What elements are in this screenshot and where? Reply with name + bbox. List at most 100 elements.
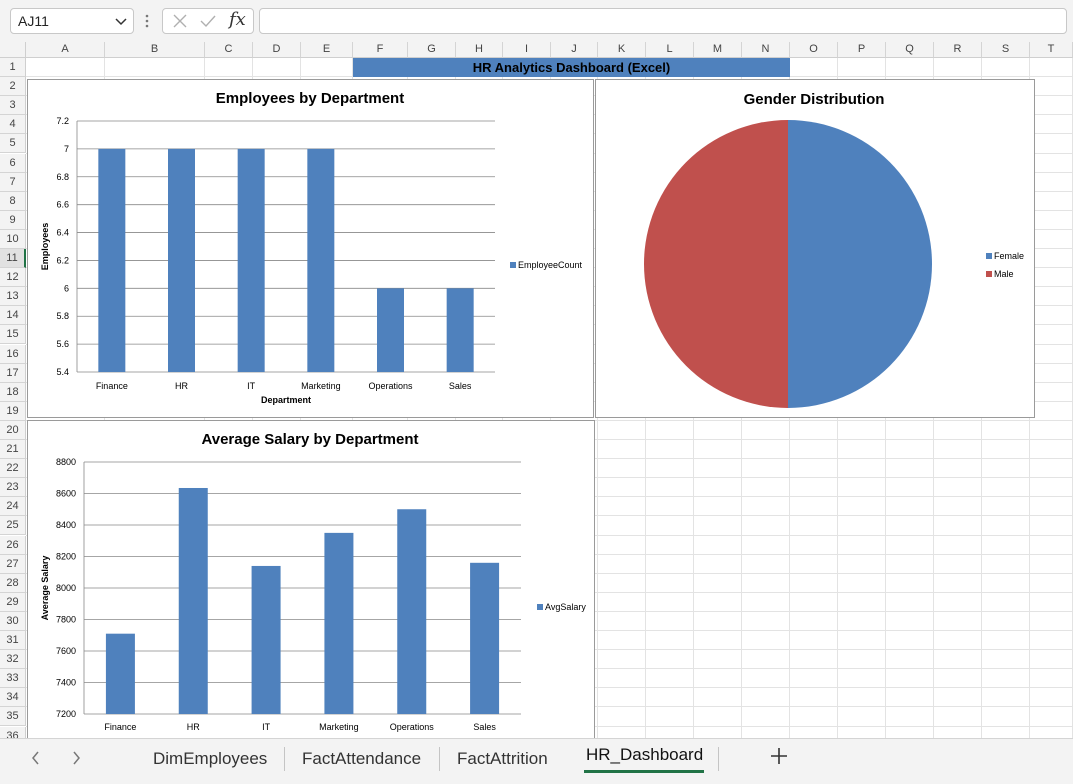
- column-header-e[interactable]: E: [301, 42, 353, 58]
- bar-operations: [377, 288, 404, 372]
- row-header-17[interactable]: 17: [0, 363, 26, 383]
- row-header-28[interactable]: 28: [0, 573, 26, 593]
- legend-label: Male: [994, 269, 1014, 279]
- worksheet-grid[interactable]: ABCDEFGHIJKLMNOPQRST 1 2 3 4 5 6 7 8 9 10 11 12 13 14…: [0, 42, 1073, 738]
- row-header-21[interactable]: 21: [0, 440, 26, 460]
- chevron-right-icon[interactable]: [68, 748, 84, 768]
- employees-chart-svg: Employees by Department 5.4 5.6 5.8 6 6.2 6.4 6…: [40, 90, 583, 405]
- column-header-q[interactable]: Q: [886, 42, 934, 58]
- column-header-p[interactable]: P: [838, 42, 886, 58]
- column-header-n[interactable]: N: [742, 42, 790, 58]
- y-tick-label: 7: [64, 144, 69, 154]
- y-tick-label: 7800: [56, 615, 76, 625]
- row-header-23[interactable]: 23: [0, 478, 26, 498]
- x-tick-label: Marketing: [319, 722, 359, 732]
- legend-label: EmployeeCount: [518, 260, 583, 270]
- y-tick-label: 8200: [56, 552, 76, 562]
- x-tick-label: HR: [187, 722, 200, 732]
- pie-slice-female: [788, 120, 932, 408]
- row-header-35[interactable]: 35: [0, 707, 26, 727]
- row-header-5[interactable]: 5: [0, 134, 26, 154]
- row-header-16[interactable]: 16: [0, 344, 26, 364]
- check-icon[interactable]: [199, 12, 217, 35]
- gender-distribution-chart[interactable]: Gender Distribution Female Male: [595, 79, 1035, 418]
- y-tick-label: 6.8: [56, 172, 69, 182]
- column-header-t[interactable]: T: [1030, 42, 1073, 58]
- bar-marketing: [324, 532, 354, 714]
- employees-by-department-chart[interactable]: Employees by Department 5.4 5.6 5.8 6 6.2 6.4 6…: [27, 79, 594, 418]
- y-tick-label: 8000: [56, 583, 76, 593]
- formula-input[interactable]: [259, 8, 1067, 34]
- row-header-14[interactable]: 14: [0, 306, 26, 326]
- row-header-10[interactable]: 10: [0, 229, 26, 249]
- row-header-31[interactable]: 31: [0, 631, 26, 651]
- insert-function-button[interactable]: fx: [229, 9, 246, 30]
- row-header-13[interactable]: 13: [0, 287, 26, 307]
- row-header-18[interactable]: 18: [0, 382, 26, 402]
- column-header-o[interactable]: O: [790, 42, 838, 58]
- tab-factattendance[interactable]: FactAttendance: [302, 749, 421, 769]
- average-salary-chart[interactable]: Average Salary by Department 7200 7400 7600…: [27, 420, 595, 738]
- row-header-30[interactable]: 30: [0, 611, 26, 631]
- column-header-d[interactable]: D: [253, 42, 301, 58]
- row-header-1[interactable]: 1: [0, 58, 26, 78]
- name-box[interactable]: AJ11: [10, 8, 134, 34]
- row-header-27[interactable]: 27: [0, 554, 26, 574]
- row-header-32[interactable]: 32: [0, 650, 26, 670]
- row-header-36[interactable]: 36: [0, 726, 26, 738]
- dashboard-title[interactable]: HR Analytics Dashboard (Excel): [353, 58, 790, 77]
- legend-label: Female: [994, 251, 1024, 261]
- tab-separator: [439, 747, 440, 771]
- column-header-f[interactable]: F: [353, 42, 408, 58]
- row-header-4[interactable]: 4: [0, 115, 26, 135]
- chevron-left-icon[interactable]: [28, 748, 44, 768]
- tab-factattrition[interactable]: FactAttrition: [457, 749, 548, 769]
- more-options-icon[interactable]: [144, 12, 150, 30]
- row-header-22[interactable]: 22: [0, 459, 26, 479]
- column-header-k[interactable]: K: [598, 42, 646, 58]
- bar-it: [237, 148, 265, 372]
- y-tick-label: 6.4: [56, 228, 69, 238]
- y-axis-label: Employees: [40, 223, 50, 271]
- add-sheet-icon[interactable]: [768, 745, 790, 767]
- row-header-26[interactable]: 26: [0, 535, 26, 555]
- column-header-c[interactable]: C: [205, 42, 253, 58]
- row-header-15[interactable]: 15: [0, 325, 26, 345]
- row-header-2[interactable]: 2: [0, 77, 26, 97]
- column-header-h[interactable]: H: [456, 42, 503, 58]
- row-header-3[interactable]: 3: [0, 96, 26, 116]
- row-header-19[interactable]: 19: [0, 401, 26, 421]
- row-header-9[interactable]: 9: [0, 210, 26, 230]
- chevron-down-icon[interactable]: [113, 13, 129, 29]
- column-header-j[interactable]: J: [551, 42, 598, 58]
- row-header-12[interactable]: 12: [0, 268, 26, 288]
- tab-hr-dashboard[interactable]: HR_Dashboard: [586, 745, 703, 765]
- chart-title: Employees by Department: [216, 90, 404, 107]
- row-header-24[interactable]: 24: [0, 497, 26, 517]
- column-header-r[interactable]: R: [934, 42, 982, 58]
- row-header-11[interactable]: 11: [0, 249, 26, 269]
- column-header-i[interactable]: I: [503, 42, 551, 58]
- column-header-s[interactable]: S: [982, 42, 1030, 58]
- column-header-b[interactable]: B: [105, 42, 205, 58]
- bar-finance: [98, 148, 126, 372]
- column-header-g[interactable]: G: [408, 42, 456, 58]
- column-header-l[interactable]: L: [646, 42, 694, 58]
- row-header-7[interactable]: 7: [0, 172, 26, 192]
- row-header-34[interactable]: 34: [0, 688, 26, 708]
- row-header-6[interactable]: 6: [0, 153, 26, 173]
- tab-dimemployees[interactable]: DimEmployees: [153, 749, 267, 769]
- salary-chart-svg: Average Salary by Department 7200 7400 7600…: [40, 431, 586, 732]
- y-tick-label: 8400: [56, 520, 76, 530]
- row-header-33[interactable]: 33: [0, 669, 26, 689]
- x-tick-label: Sales: [449, 381, 472, 391]
- x-tick-label: Finance: [104, 722, 136, 732]
- select-all-corner[interactable]: [0, 42, 26, 58]
- row-header-8[interactable]: 8: [0, 191, 26, 211]
- column-header-a[interactable]: A: [26, 42, 105, 58]
- row-header-29[interactable]: 29: [0, 592, 26, 612]
- row-header-25[interactable]: 25: [0, 516, 26, 536]
- column-header-m[interactable]: M: [694, 42, 742, 58]
- cancel-icon[interactable]: [171, 12, 189, 35]
- row-header-20[interactable]: 20: [0, 420, 26, 440]
